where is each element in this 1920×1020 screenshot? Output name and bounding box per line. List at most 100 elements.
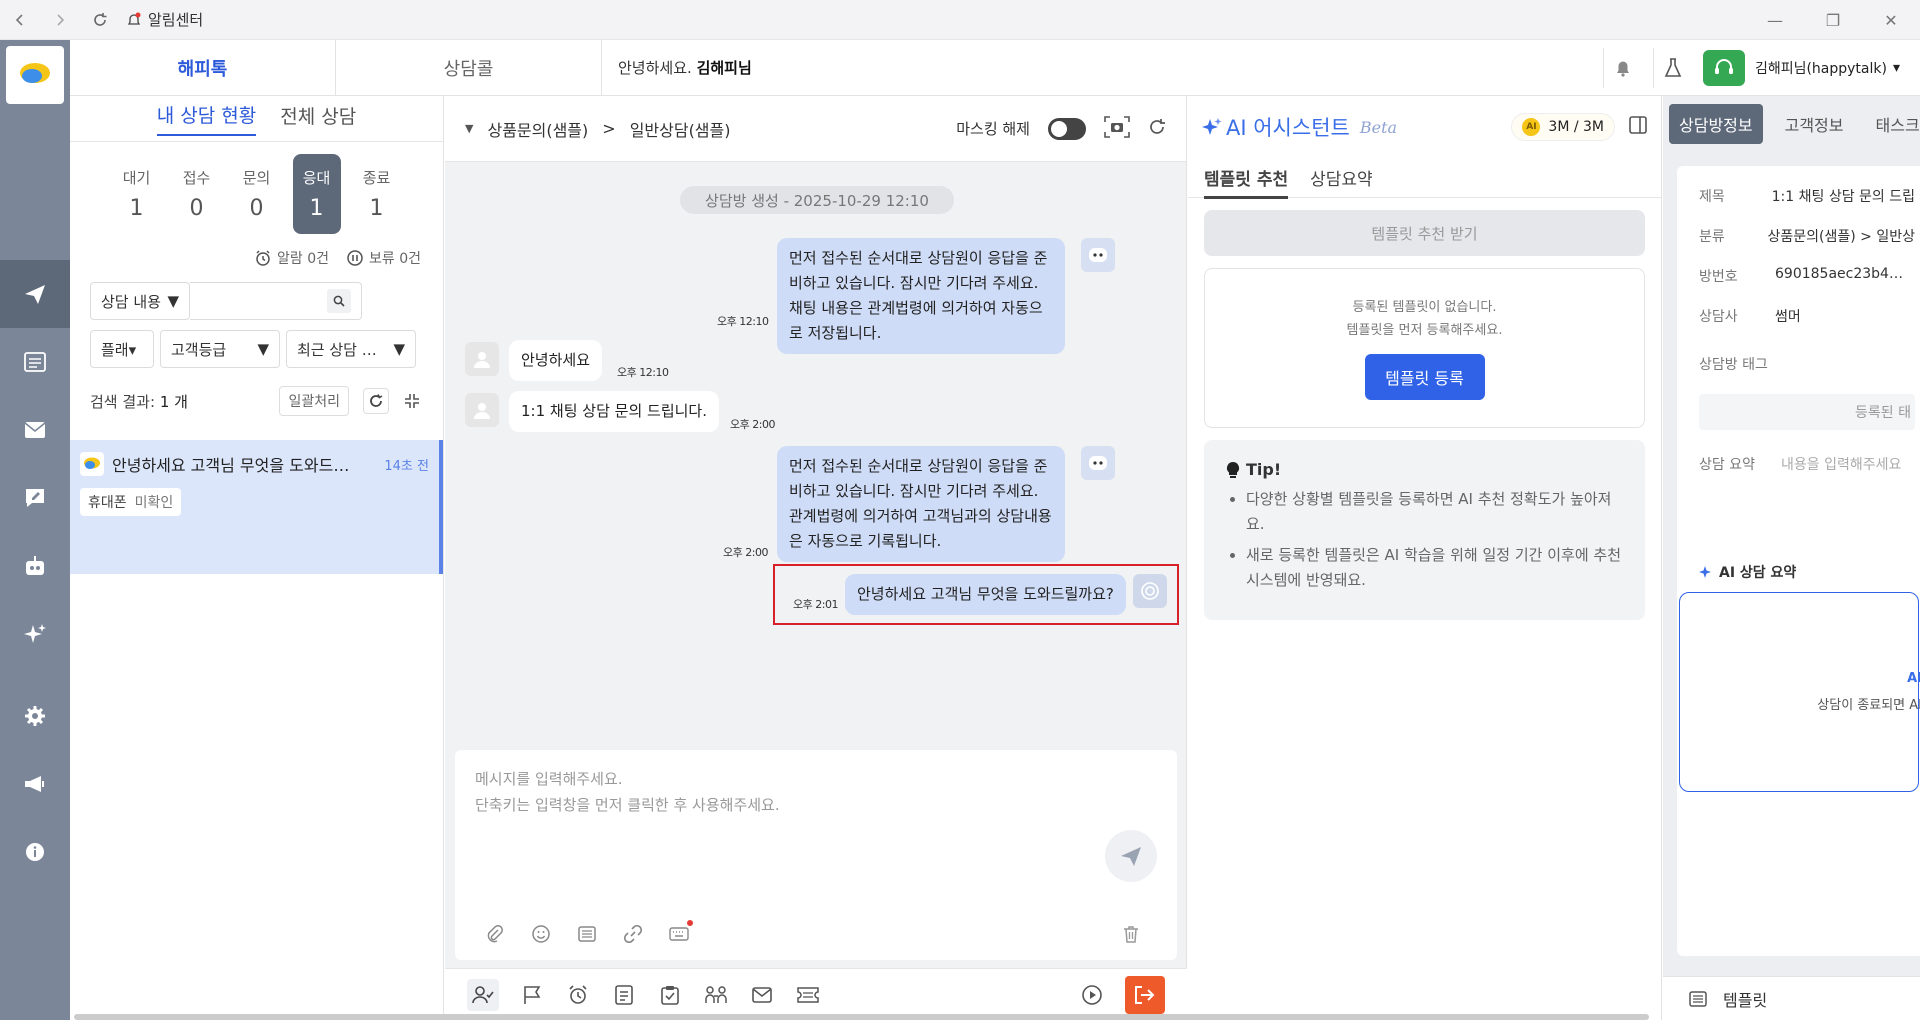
room-tag-label: 상담방 태그 — [1699, 357, 1768, 373]
room-info-card: 제목 1:1 채팅 상담 문의 드립 분류 상품문의(샘플) > 일반상 방번호 69… — [1677, 166, 1920, 956]
collapse-icon[interactable] — [399, 388, 425, 414]
tab-task[interactable]: 태스크 — [1866, 104, 1920, 144]
refresh-icon[interactable] — [1148, 118, 1166, 140]
ai-sparkle-icon — [1699, 566, 1711, 578]
greeting: 안녕하세요. 김해피님 — [618, 57, 752, 78]
settings-gear-icon[interactable] — [0, 682, 70, 750]
unconfirmed-tag: 미확인 — [134, 495, 174, 511]
play-icon[interactable] — [1079, 982, 1105, 1008]
bulk-process-button[interactable]: 일괄처리 — [279, 386, 349, 416]
register-template-button[interactable]: 템플릿 등록 — [1364, 354, 1485, 400]
minimize-icon[interactable]: — — [1746, 0, 1804, 40]
link-icon[interactable] — [621, 922, 645, 946]
transfer-agent-icon[interactable] — [703, 982, 729, 1008]
agent-message: 안녕하세요 고객님 무엇을 도와드릴까요? — [845, 574, 1126, 615]
stat-label: 문의 — [242, 169, 271, 187]
composer-placeholder: 메시지를 입력해주세요. — [475, 770, 623, 788]
close-icon[interactable]: ✕ — [1862, 0, 1920, 40]
alarm-count[interactable]: 알람 0건 — [255, 248, 329, 268]
mail-icon[interactable] — [0, 396, 70, 464]
end-consultation-button[interactable] — [1125, 975, 1165, 1014]
tab-my-consultations[interactable]: 내 상담 현황 — [156, 101, 257, 136]
stat-label: 대기 — [122, 169, 151, 187]
keyboard-shortcut-icon[interactable] — [667, 920, 693, 946]
tab-consult-summary[interactable]: 상담요약 — [1310, 165, 1373, 190]
template-list-icon[interactable] — [575, 922, 599, 946]
tab-all-consultations[interactable]: 전체 상담 — [280, 102, 356, 135]
ai-summary-inner-title: AI — [1907, 671, 1920, 686]
stat-value: 0 — [249, 196, 264, 221]
notification-center[interactable]: 알림센터 — [126, 9, 203, 30]
info-icon[interactable] — [0, 818, 70, 886]
happytalk-logo[interactable] — [6, 46, 64, 104]
agent-status-headset-icon[interactable] — [1702, 50, 1745, 86]
tab-customer-info[interactable]: 고객정보 — [1775, 104, 1854, 144]
user-menu[interactable]: 김해피님(happytalk) ▾ — [1755, 58, 1900, 78]
tab-consult-call[interactable]: 상담콜 — [336, 39, 602, 96]
refresh-icon[interactable] — [80, 0, 120, 40]
hold-count[interactable]: 보류 0건 — [347, 248, 421, 268]
clipboard-check-icon[interactable] — [657, 982, 683, 1008]
tab-room-info[interactable]: 상담방정보 — [1669, 104, 1763, 144]
breadcrumb-subcategory[interactable]: 일반상담(샘플) — [630, 117, 731, 141]
search-type-select[interactable]: 상담 내용 ▼ — [90, 282, 190, 320]
caret-down-icon[interactable]: ▼ — [465, 122, 473, 135]
megaphone-icon[interactable] — [0, 750, 70, 818]
mail-icon[interactable] — [749, 982, 775, 1008]
message-time: 오후 2:00 — [730, 418, 775, 431]
horizontal-scrollbar[interactable] — [74, 1014, 1649, 1020]
breadcrumb-category[interactable]: 상품문의(샘플) — [487, 117, 588, 141]
notification-bell-icon[interactable] — [1602, 48, 1643, 88]
stat-responding[interactable]: 응대 1 — [292, 154, 341, 234]
maximize-icon[interactable]: ❐ — [1804, 0, 1862, 40]
template-footer-label: 템플릿 — [1723, 990, 1768, 1010]
memo-icon[interactable] — [611, 982, 637, 1008]
bot-icon[interactable] — [0, 532, 70, 600]
customer-message: 안녕하세요 — [509, 340, 603, 381]
ai-sparkle-icon[interactable] — [0, 600, 70, 668]
emoji-icon[interactable] — [529, 922, 553, 946]
stat-received[interactable]: 접수 0 — [173, 154, 221, 234]
stat-value: 1 — [309, 196, 324, 221]
chat-send-icon[interactable] — [0, 260, 70, 328]
kakao-channel-icon — [80, 452, 104, 476]
list-icon[interactable] — [0, 328, 70, 396]
search-input[interactable] — [190, 282, 362, 320]
customer-grade-select[interactable]: 고객등급 ▼ — [160, 330, 280, 368]
send-button[interactable] — [1105, 830, 1157, 882]
panel-toggle-icon[interactable] — [1629, 116, 1647, 138]
tip-box: Tip! 다양한 상황별 템플릿을 등록하면 AI 추천 정확도가 높아져요. … — [1204, 440, 1645, 620]
refresh-icon[interactable] — [363, 388, 389, 414]
template-footer[interactable]: 템플릿 — [1663, 976, 1920, 1020]
platform-select[interactable]: 플래▾ — [90, 330, 154, 368]
back-icon[interactable] — [0, 0, 40, 40]
trash-icon[interactable] — [1119, 922, 1143, 946]
get-template-recommendation-button[interactable]: 템플릿 추천 받기 — [1204, 210, 1645, 256]
edit-note-icon[interactable] — [0, 464, 70, 532]
stat-value: 0 — [189, 196, 204, 221]
screenshot-icon[interactable] — [1104, 115, 1130, 142]
flag-icon[interactable] — [519, 982, 545, 1008]
message-composer[interactable]: 메시지를 입력해주세요. 단축키는 입력창을 먼저 클릭한 후 사용해주세요. — [455, 750, 1177, 960]
search-icon[interactable] — [327, 289, 351, 313]
ai-sparkle-icon — [1202, 118, 1222, 135]
stat-closed[interactable]: 종료 1 — [353, 154, 401, 234]
assign-agent-icon[interactable] — [467, 978, 499, 1011]
room-tag-input[interactable]: 등록된 태 — [1699, 394, 1915, 430]
summary-input[interactable]: 내용을 입력해주세요 — [1781, 454, 1901, 474]
alarm-clock-icon[interactable] — [565, 982, 591, 1008]
attach-paperclip-icon[interactable] — [483, 922, 507, 946]
tab-template-recommend[interactable]: 템플릿 추천 — [1204, 156, 1289, 199]
tab-happytalk[interactable]: 해피톡 — [70, 39, 336, 96]
sort-select[interactable]: 최근 상담 … ▼ — [286, 330, 416, 368]
ticket-icon[interactable] — [795, 982, 821, 1008]
stat-inquiry[interactable]: 문의 0 — [233, 154, 281, 234]
agent-message: 먼저 접수된 순서대로 상담원이 응답을 준비하고 있습니다. 잠시만 기다려 … — [777, 238, 1065, 354]
flask-icon[interactable] — [1652, 48, 1693, 88]
forward-icon[interactable] — [40, 0, 80, 40]
top-header: 해피톡 상담콜 안녕하세요. 김해피님 김해피님(happytalk) ▾ — [70, 39, 1920, 96]
masking-toggle[interactable] — [1048, 117, 1086, 140]
conversation-list-item[interactable]: 안녕하세요 고객님 무엇을 도와드… 14초 전 휴대폰 미확인 — [70, 440, 443, 574]
stat-waiting[interactable]: 대기 1 — [113, 154, 161, 234]
greeting-prefix: 안녕하세요. — [618, 59, 692, 77]
